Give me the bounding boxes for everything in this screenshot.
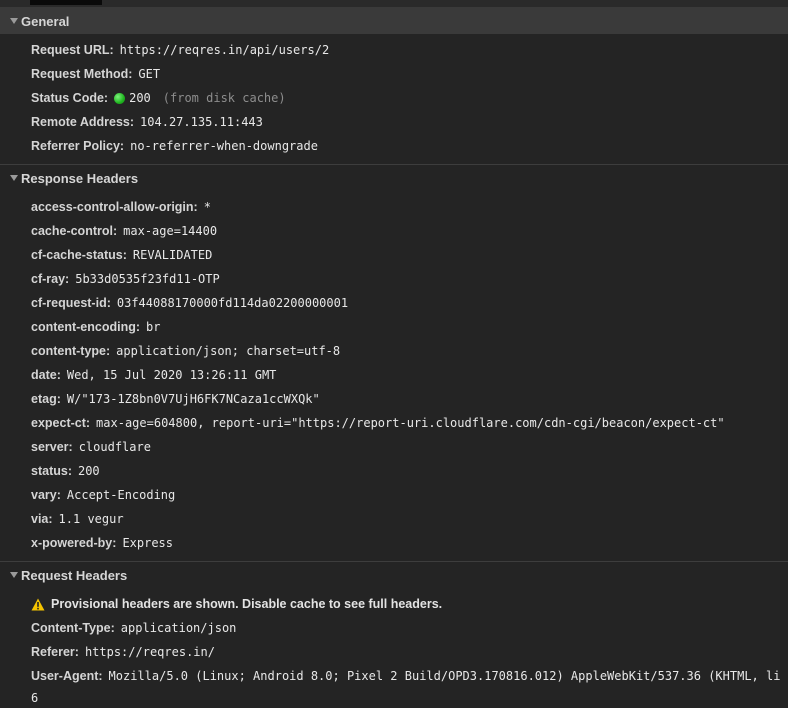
response-header-row: date: Wed, 15 Jul 2020 13:26:11 GMT	[0, 363, 788, 387]
remote-address-row: Remote Address: 104.27.135.11:443	[0, 110, 788, 134]
header-key: server:	[31, 440, 73, 454]
header-value: cloudflare	[78, 440, 151, 454]
header-key: Request URL:	[31, 43, 114, 57]
response-header-row: access-control-allow-origin: *	[0, 195, 788, 219]
request-header-row: User-Agent: Mozilla/5.0 (Linux; Android 8…	[0, 664, 788, 688]
response-header-row: cf-cache-status: REVALIDATED	[0, 243, 788, 267]
expand-triangle-icon	[10, 18, 18, 24]
response-header-row: vary: Accept-Encoding	[0, 483, 788, 507]
header-value: br	[146, 320, 161, 334]
expand-triangle-icon	[10, 572, 18, 578]
header-key: cf-ray:	[31, 272, 70, 286]
header-value: *	[203, 200, 211, 214]
header-key: content-type:	[31, 344, 111, 358]
header-key: expect-ct:	[31, 416, 91, 430]
status-value: 200 (from disk cache)	[114, 91, 286, 105]
status-note: (from disk cache)	[162, 91, 286, 105]
response-header-row: x-powered-by: Express	[0, 531, 788, 555]
header-value: 03f44088170000fd114da02200000001	[116, 296, 349, 310]
response-header-row: cf-request-id: 03f44088170000fd114da02200…	[0, 291, 788, 315]
header-key: cache-control:	[31, 224, 118, 238]
header-value: max-age=14400	[123, 224, 218, 238]
header-key: Referer:	[31, 645, 79, 659]
response-header-row: via: 1.1 vegur	[0, 507, 788, 531]
header-key: User-Agent:	[31, 669, 103, 683]
header-value: application/json	[120, 621, 237, 635]
general-rows: Request URL: https://reqres.in/api/users…	[0, 34, 788, 164]
header-key: cf-request-id:	[31, 296, 111, 310]
response-header-row: etag: W/"173-1Z8bn0V7UjH6FK7NCaza1ccWXQk"	[0, 387, 788, 411]
header-value: https://reqres.in/api/users/2	[119, 43, 330, 57]
section-title-response-headers: Response Headers	[21, 170, 139, 186]
request-header-row: Content-Type: application/json	[0, 616, 788, 640]
response-header-row: content-type: application/json; charset=u…	[0, 339, 788, 363]
header-value: 5b33d0535f23fd11-OTP	[75, 272, 220, 286]
response-header-row: status: 200	[0, 459, 788, 483]
response-header-row: server: cloudflare	[0, 435, 788, 459]
warning-icon	[31, 598, 45, 610]
selected-tab-indicator	[30, 0, 102, 5]
header-value: max-age=604800, report-uri="https://repo…	[96, 416, 725, 430]
header-value: W/"173-1Z8bn0V7UjH6FK7NCaza1ccWXQk"	[66, 392, 320, 406]
header-key: cf-cache-status:	[31, 248, 127, 262]
header-value: 104.27.135.11:443	[140, 115, 263, 129]
provisional-headers-warning: Provisional headers are shown. Disable c…	[0, 592, 788, 616]
expand-triangle-icon	[10, 175, 18, 181]
response-header-rows: access-control-allow-origin: * cache-cont…	[0, 191, 788, 561]
header-value: Wed, 15 Jul 2020 13:26:11 GMT	[66, 368, 277, 382]
header-value: Mozilla/5.0 (Linux; Android 8.0; Pixel 2…	[108, 669, 781, 683]
header-key: content-encoding:	[31, 320, 141, 334]
header-key: Referrer Policy:	[31, 139, 125, 153]
header-key: Remote Address:	[31, 115, 135, 129]
referrer-policy-row: Referrer Policy: no-referrer-when-downgr…	[0, 134, 788, 158]
header-key: etag:	[31, 392, 61, 406]
response-header-row: cf-ray: 5b33d0535f23fd11-OTP	[0, 267, 788, 291]
response-header-row: content-encoding: br	[0, 315, 788, 339]
header-value: Express	[122, 536, 174, 550]
user-agent-wrap-line: 6	[31, 691, 39, 705]
header-key: date:	[31, 368, 61, 382]
header-key: via:	[31, 512, 53, 526]
header-value: 1.1 vegur	[58, 512, 124, 526]
header-value: no-referrer-when-downgrade	[130, 139, 318, 153]
request-url-row: Request URL: https://reqres.in/api/users…	[0, 38, 788, 62]
header-key: Status Code:	[31, 91, 109, 105]
status-ok-dot-icon	[114, 92, 126, 104]
status-code-row: Status Code: 200 (from disk cache)	[0, 86, 788, 110]
request-header-row: Referer: https://reqres.in/	[0, 640, 788, 664]
response-header-row: expect-ct: max-age=604800, report-uri="ht…	[0, 411, 788, 435]
header-key: vary:	[31, 488, 61, 502]
panel-top-bar	[0, 0, 788, 8]
header-key: x-powered-by:	[31, 536, 117, 550]
section-header-response-headers[interactable]: Response Headers	[0, 165, 788, 191]
header-key: Content-Type:	[31, 621, 115, 635]
request-header-rows: Provisional headers are shown. Disable c…	[0, 588, 788, 708]
request-method-row: Request Method: GET	[0, 62, 788, 86]
header-value: 200	[77, 464, 100, 478]
header-value: GET	[138, 67, 161, 81]
header-key: status:	[31, 464, 72, 478]
section-title-general: General	[21, 13, 70, 29]
header-value: REVALIDATED	[132, 248, 213, 262]
section-header-general[interactable]: General	[0, 8, 788, 34]
header-value: Accept-Encoding	[66, 488, 176, 502]
warning-text: Provisional headers are shown. Disable c…	[51, 597, 443, 611]
section-header-request-headers[interactable]: Request Headers	[0, 562, 788, 588]
response-header-row: cache-control: max-age=14400	[0, 219, 788, 243]
header-value: 200	[129, 91, 151, 105]
header-value: https://reqres.in/	[84, 645, 215, 659]
header-key: Request Method:	[31, 67, 133, 81]
header-value: application/json; charset=utf-8	[116, 344, 341, 358]
section-title-request-headers: Request Headers	[21, 567, 128, 583]
header-key: access-control-allow-origin:	[31, 200, 198, 214]
